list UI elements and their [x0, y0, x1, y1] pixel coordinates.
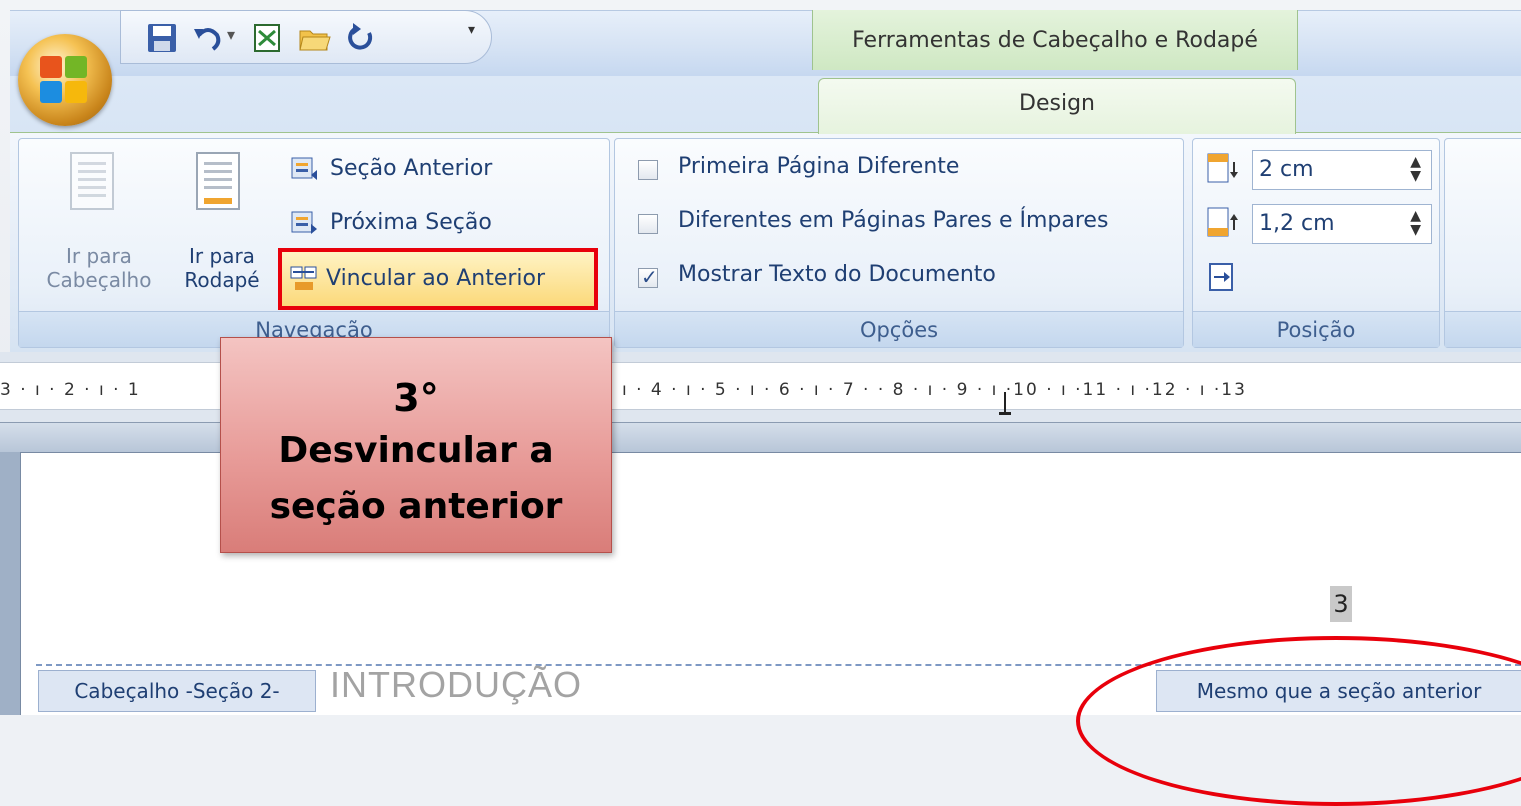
show-document-text-label: Mostrar Texto do Documento	[678, 262, 996, 287]
different-first-page-checkbox[interactable]	[638, 160, 658, 180]
instruction-callout: 3° Desvincular a seção anterior	[220, 337, 612, 553]
close-group	[1444, 138, 1521, 348]
quick-access-toolbar: ▾	[120, 10, 492, 64]
tab-design[interactable]: Design	[818, 78, 1296, 134]
link-to-previous-icon	[290, 266, 317, 290]
office-button[interactable]	[18, 34, 112, 126]
link-to-previous-label: Vincular ao Anterior	[326, 266, 546, 291]
close-group-label	[1445, 311, 1521, 347]
callout-line-2: seção anterior	[269, 486, 563, 527]
previous-section-icon	[291, 157, 317, 180]
previous-section-label: Seção Anterior	[330, 156, 493, 181]
options-group-label: Opções	[615, 311, 1183, 347]
header-position-input[interactable]: 2 cm ▲ ▼	[1252, 150, 1432, 190]
context-group-title: Ferramentas de Cabeçalho e Rodapé	[852, 28, 1258, 53]
next-section-icon	[291, 211, 317, 234]
tab-design-label: Design	[1019, 91, 1095, 116]
header-footer-tools-group: Ferramentas de Cabeçalho e Rodapé	[812, 10, 1298, 70]
header-text[interactable]: INTRODUÇÃO	[330, 664, 582, 706]
office-logo-icon	[40, 56, 88, 104]
show-document-text-checkbox[interactable]	[638, 265, 658, 289]
footer-position-spinner-icon[interactable]: ▲ ▼	[1410, 209, 1421, 237]
goto-footer-icon	[196, 152, 240, 210]
save-icon[interactable]	[145, 21, 179, 55]
print-preview-icon[interactable]	[251, 21, 285, 55]
footer-position-input[interactable]: 1,2 cm ▲ ▼	[1252, 204, 1432, 244]
ruler-left-marks: 3 · ı · 2 · ı · 1	[0, 380, 141, 400]
goto-header-label-2: Cabeçalho	[46, 268, 152, 292]
previous-section-button[interactable]: Seção Anterior	[290, 150, 590, 188]
different-first-page-label: Primeira Página Diferente	[678, 154, 960, 179]
goto-header-icon	[70, 152, 114, 210]
goto-footer-label-2: Rodapé	[184, 268, 260, 292]
undo-dropdown-icon[interactable]: ▾	[227, 25, 235, 44]
insert-alignment-tab-icon[interactable]	[1208, 262, 1238, 292]
callout-line-1: Desvincular a	[278, 430, 554, 471]
open-folder-icon[interactable]	[297, 21, 331, 55]
link-to-previous-button[interactable]: Vincular ao Anterior	[290, 260, 596, 298]
footer-position-icon	[1207, 207, 1238, 237]
footer-position-value: 1,2 cm	[1259, 211, 1335, 236]
different-odd-even-label: Diferentes em Páginas Pares e Ímpares	[678, 208, 1109, 233]
ruler-tab-stop-icon[interactable]	[999, 392, 1011, 418]
different-odd-even-checkbox[interactable]	[638, 214, 658, 234]
next-section-button[interactable]: Próxima Seção	[290, 204, 590, 242]
position-group-label: Posição	[1193, 311, 1439, 347]
goto-footer-label-1: Ir para	[189, 244, 255, 268]
next-section-label: Próxima Seção	[330, 210, 492, 235]
redo-icon[interactable]	[343, 21, 377, 55]
header-position-spinner-icon[interactable]: ▲ ▼	[1410, 155, 1421, 183]
header-section-tag: Cabeçalho -Seção 2-	[38, 670, 316, 712]
callout-step: 3°	[393, 376, 439, 420]
goto-header-label-1: Ir para	[66, 244, 132, 268]
header-position-icon	[1207, 153, 1238, 183]
page-number[interactable]: 3	[1330, 586, 1352, 622]
ruler-right-marks: ı · 4 · ı · 5 · ı · 6 · ı · 7 · · 8 · ı …	[622, 380, 1247, 400]
customize-toolbar-icon[interactable]: ▾	[468, 22, 475, 38]
header-position-value: 2 cm	[1259, 157, 1314, 182]
undo-icon[interactable]	[191, 21, 225, 55]
